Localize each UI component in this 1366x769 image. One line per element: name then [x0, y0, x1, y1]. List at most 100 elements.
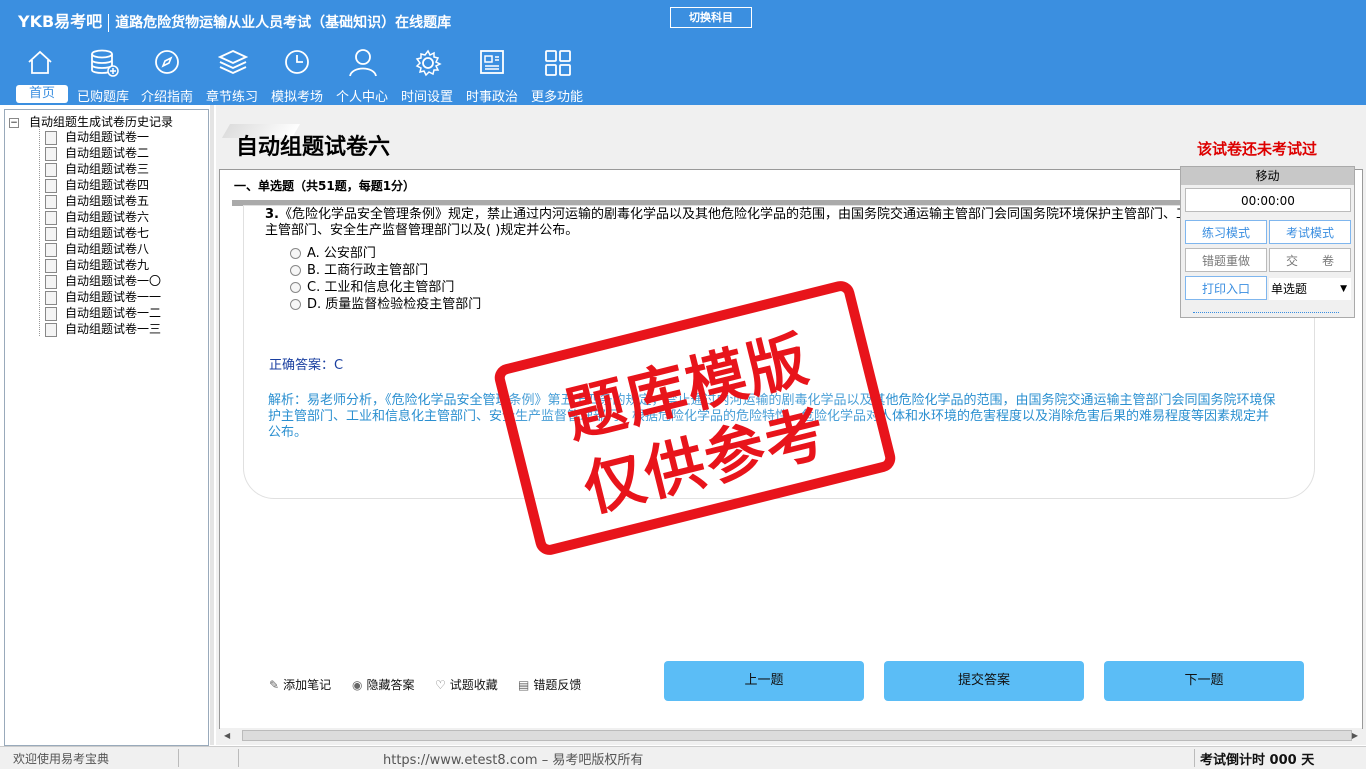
- paper-history-tree: − 自动组题生成试卷历史记录 自动组题试卷一 自动组题试卷二 自动组题试卷三 自动…: [4, 109, 209, 746]
- tree-item-paper-3[interactable]: 自动组题试卷三: [45, 160, 149, 177]
- collapse-icon[interactable]: −: [9, 117, 19, 128]
- heart-icon: ♡: [435, 678, 446, 692]
- paper-title: 自动组题试卷六: [236, 135, 391, 160]
- app-header: YKB易考吧 道路危险货物运输从业人员考试（基础知识）在线题库 切换科目 首页 已…: [0, 0, 1366, 105]
- option-d[interactable]: D. 质量监督检验检疫主管部门: [290, 293, 481, 312]
- exam-mode-button[interactable]: 考试模式: [1269, 220, 1351, 244]
- add-note-button[interactable]: ✎ 添加笔记: [269, 676, 331, 693]
- radio-button[interactable]: [290, 282, 301, 293]
- document-icon: [45, 146, 57, 161]
- nav-label: 更多功能: [530, 90, 583, 105]
- tree-item-paper-8[interactable]: 自动组题试卷八: [45, 240, 149, 257]
- gear-icon: [415, 49, 442, 77]
- report-error-button[interactable]: ▤ 错题反馈: [518, 676, 581, 693]
- nav-personal-center[interactable]: 个人中心: [330, 48, 394, 105]
- document-icon: ▤: [518, 678, 530, 692]
- status-bar: 欢迎使用易考宝典 https://www.etest8.com – 易考吧版权所…: [0, 746, 1366, 769]
- nav-label: 首页: [16, 85, 68, 103]
- grid-icon: [545, 50, 571, 76]
- tree-item-paper-1[interactable]: 自动组题试卷一: [45, 128, 149, 145]
- tree-item-paper-12[interactable]: 自动组题试卷一二: [45, 304, 161, 321]
- next-question-button[interactable]: 下一题: [1104, 661, 1304, 701]
- panel-move-handle[interactable]: 移动: [1181, 167, 1354, 185]
- document-icon: [45, 242, 57, 257]
- nav-label: 章节练习: [205, 90, 258, 105]
- chevron-down-icon: ▼: [1340, 284, 1347, 294]
- submit-answer-button[interactable]: 提交答案: [884, 661, 1084, 701]
- document-icon: [45, 274, 57, 289]
- question-text: 3.《危险化学品安全管理条例》规定，禁止通过内河运输的剧毒化学品以及其他危险化学…: [265, 207, 1265, 239]
- switch-subject-button[interactable]: 切换科目: [670, 7, 752, 28]
- section-header: 一、单选题（共51题，每题1分）: [234, 179, 416, 193]
- tree-item-paper-9[interactable]: 自动组题试卷九: [45, 256, 149, 273]
- redo-wrong-button[interactable]: 错题重做: [1185, 248, 1267, 272]
- nav-purchased[interactable]: 已购题库: [71, 48, 135, 105]
- hide-answer-button[interactable]: ◉ 隐藏答案: [352, 676, 415, 693]
- document-icon: [45, 162, 57, 177]
- tree-item-paper-2[interactable]: 自动组题试卷二: [45, 144, 149, 161]
- panel-slider[interactable]: [1193, 312, 1339, 314]
- scroll-thumb[interactable]: [242, 730, 1352, 741]
- nav-current-affairs[interactable]: 时事政治: [460, 48, 524, 105]
- compass-icon: [155, 50, 179, 74]
- tree-item-paper-13[interactable]: 自动组题试卷一三: [45, 320, 161, 337]
- layers-icon: [218, 50, 248, 74]
- user-icon: [349, 49, 377, 77]
- tree-item-paper-5[interactable]: 自动组题试卷五: [45, 192, 149, 209]
- copyright-text: https://www.etest8.com – 易考吧版权所有: [383, 753, 644, 768]
- prev-question-button[interactable]: 上一题: [664, 661, 864, 701]
- scroll-left-icon[interactable]: ◀: [224, 728, 230, 743]
- nav-label: 已购题库: [76, 90, 129, 105]
- app-title: 道路危险货物运输从业人员考试（基础知识）在线题库: [115, 15, 452, 31]
- welcome-text: 欢迎使用易考宝典: [13, 752, 110, 766]
- nav-more[interactable]: 更多功能: [525, 48, 589, 105]
- tree-item-paper-7[interactable]: 自动组题试卷七: [45, 224, 149, 241]
- radio-button[interactable]: [290, 248, 301, 259]
- eye-icon: ◉: [352, 678, 363, 692]
- tree-item-paper-4[interactable]: 自动组题试卷四: [45, 176, 149, 193]
- app-brand: YKB易考吧 道路危险货物运输从业人员考试（基础知识）在线题库: [18, 8, 451, 32]
- favorite-button[interactable]: ♡ 试题收藏: [435, 676, 498, 693]
- question-stem: 《危险化学品安全管理条例》规定，禁止通过内河运输的剧毒化学品以及其他危险化学品的…: [265, 207, 1254, 238]
- exam-countdown: 考试倒计时 000 天: [1200, 753, 1315, 768]
- logo: YKB易考吧: [18, 12, 103, 31]
- document-icon: [45, 130, 57, 145]
- radio-button[interactable]: [290, 265, 301, 276]
- print-button[interactable]: 打印入口: [1185, 276, 1267, 300]
- correct-answer: 正确答案：C: [269, 358, 344, 373]
- question-number: 3.: [265, 207, 279, 222]
- exam-status: 该试卷还未考试过: [1197, 140, 1318, 158]
- nav-label: 模拟考场: [270, 90, 323, 105]
- nav-home[interactable]: 首页: [8, 48, 72, 104]
- nav-chapter-practice[interactable]: 章节练习: [200, 48, 264, 105]
- nav-time-settings[interactable]: 时间设置: [395, 48, 459, 105]
- news-icon: [480, 50, 504, 74]
- document-icon: [45, 322, 57, 337]
- submit-paper-button[interactable]: 交 卷: [1269, 248, 1351, 272]
- nav-label: 个人中心: [335, 90, 388, 105]
- document-icon: [45, 178, 57, 193]
- control-panel: 移动 00:00:00 练习模式 考试模式 错题重做 交 卷 打印入口 单选题 ▼: [1180, 166, 1355, 318]
- scroll-right-icon[interactable]: ▶: [1352, 728, 1358, 743]
- question-type-select[interactable]: 单选题 ▼: [1269, 278, 1351, 300]
- pencil-icon: ✎: [269, 678, 280, 692]
- exam-timer: 00:00:00: [1185, 188, 1351, 212]
- document-icon: [45, 306, 57, 321]
- clock-icon: [285, 50, 309, 74]
- radio-button[interactable]: [290, 299, 301, 310]
- document-search-icon: [45, 210, 57, 225]
- home-icon: [28, 50, 52, 74]
- document-icon: [45, 226, 57, 241]
- nav-label: 时间设置: [400, 90, 453, 105]
- practice-mode-button[interactable]: 练习模式: [1185, 220, 1267, 244]
- horizontal-scrollbar[interactable]: ◀ ▶: [220, 728, 1362, 743]
- document-icon: [45, 258, 57, 273]
- tree-item-paper-10[interactable]: 自动组题试卷一〇: [45, 272, 161, 289]
- nav-mock-exam[interactable]: 模拟考场: [265, 48, 329, 105]
- tree-item-paper-11[interactable]: 自动组题试卷一一: [45, 288, 161, 305]
- pane-splitter[interactable]: [210, 105, 214, 745]
- nav-guide[interactable]: 介绍指南: [135, 48, 199, 105]
- nav-label: 时事政治: [465, 90, 518, 105]
- database-icon: [91, 49, 119, 77]
- tree-item-paper-6[interactable]: 自动组题试卷六: [45, 208, 149, 225]
